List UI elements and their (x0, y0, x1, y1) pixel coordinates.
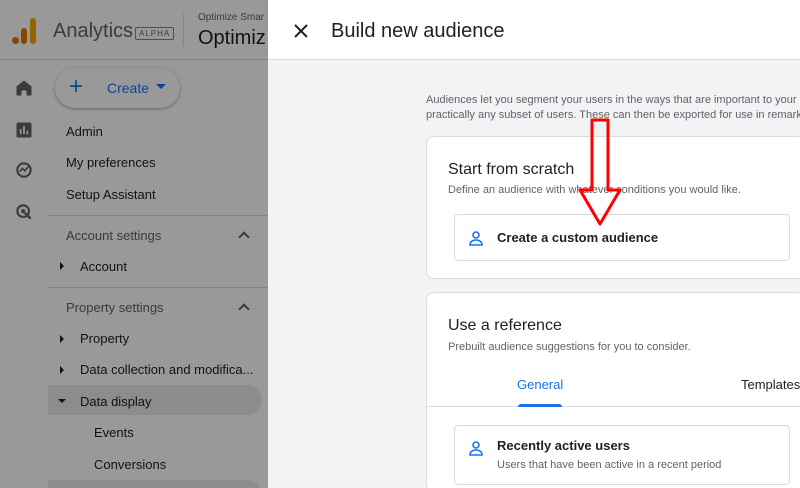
reference-tabs: General Templates (427, 359, 800, 407)
intro-line: Audiences let you segment your users in … (426, 94, 797, 106)
tab-general[interactable]: General (517, 377, 563, 392)
tab-templates[interactable]: Templates (741, 377, 800, 392)
option-title: Create a custom audience (497, 230, 659, 245)
close-icon[interactable] (292, 22, 310, 40)
build-audience-panel: Build new audience Audiences let you seg… (268, 0, 800, 488)
card-title: Start from scratch (448, 161, 575, 178)
option-subtitle: Users that have been active in a recent … (497, 459, 722, 471)
card-subtitle: Prebuilt audience suggestions for you to… (448, 341, 691, 353)
use-a-reference-card: Use a reference Prebuilt audience sugges… (426, 292, 800, 488)
panel-header: Build new audience (268, 0, 800, 60)
recently-active-users-option[interactable]: Recently active users Users that have be… (454, 425, 790, 485)
option-title: Recently active users (497, 438, 630, 453)
annotation-arrow-icon (578, 118, 622, 226)
analytics-app: Analytics ALPHA Optimize Smar Optimiz + … (0, 0, 268, 488)
active-tab-indicator (518, 404, 562, 407)
card-title: Use a reference (448, 317, 562, 334)
person-icon (469, 441, 483, 456)
modal-scrim[interactable] (0, 0, 268, 488)
panel-title: Build new audience (331, 20, 505, 42)
person-icon (469, 231, 483, 246)
